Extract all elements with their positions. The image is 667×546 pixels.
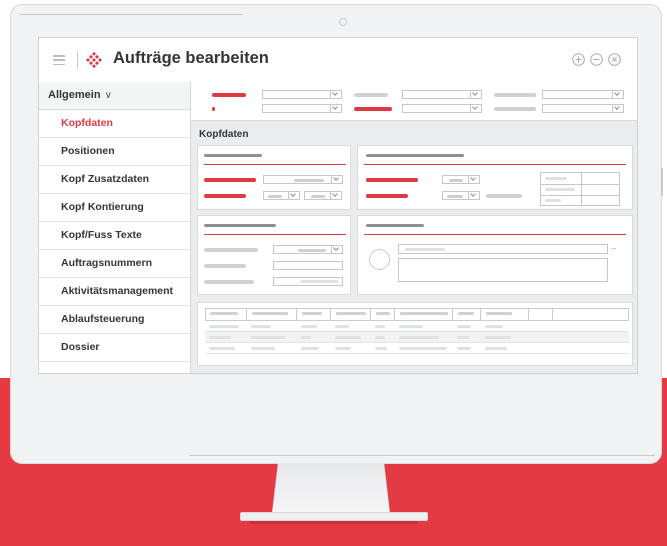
- filter-label: [494, 107, 536, 111]
- filter-bar: [191, 82, 637, 121]
- chevron-down-icon: ∨: [104, 90, 112, 101]
- table-header: [205, 308, 629, 321]
- form-card: [357, 145, 633, 210]
- monitor-stand: [272, 463, 390, 513]
- filter-label: [494, 93, 536, 97]
- text-field[interactable]: [273, 277, 343, 286]
- field-label: [204, 248, 258, 252]
- filter-select[interactable]: [262, 104, 342, 113]
- field-label: [366, 178, 418, 182]
- more-icon[interactable]: ...: [610, 242, 617, 251]
- camera-icon: [339, 18, 347, 26]
- form-select[interactable]: [263, 175, 343, 184]
- field-label: [204, 280, 254, 284]
- app-window: Aufträge bearbeiten Allgemein ∨ Kopfdaten…: [38, 37, 638, 374]
- avatar: [369, 249, 390, 270]
- sidebar-item-auftragsnummern[interactable]: Auftragsnummern: [39, 250, 190, 278]
- card-divider: [364, 164, 626, 165]
- data-table: [197, 302, 633, 366]
- form-select[interactable]: [273, 245, 343, 254]
- filter-select[interactable]: [402, 104, 482, 113]
- page-title: Aufträge bearbeiten: [113, 49, 269, 67]
- minimize-circle-icon[interactable]: [590, 53, 603, 66]
- form-card: [197, 145, 351, 210]
- comment-textarea[interactable]: [398, 258, 608, 282]
- sidebar-item-ablaufsteuerung[interactable]: Ablaufsteuerung: [39, 306, 190, 334]
- filter-label: [354, 107, 392, 111]
- card-divider: [204, 234, 346, 235]
- filter-label: [212, 107, 215, 111]
- add-circle-icon[interactable]: [572, 53, 585, 66]
- bezel-line: [19, 14, 243, 15]
- form-select[interactable]: [304, 191, 342, 200]
- close-circle-icon[interactable]: [608, 53, 621, 66]
- table-row[interactable]: [205, 343, 629, 354]
- card-divider: [364, 234, 626, 235]
- form-select[interactable]: [263, 191, 300, 200]
- sidebar-group-header[interactable]: Allgemein ∨: [39, 82, 190, 110]
- sidebar-item-positionen[interactable]: Positionen: [39, 138, 190, 166]
- info-grid: [540, 172, 620, 206]
- field-label: [204, 178, 256, 182]
- form-select[interactable]: [442, 191, 480, 200]
- filter-select[interactable]: [262, 90, 342, 99]
- filter-select[interactable]: [402, 90, 482, 99]
- bezel-line: [661, 168, 663, 196]
- form-card: [197, 215, 351, 295]
- title-bar: Aufträge bearbeiten: [39, 38, 637, 83]
- comment-input[interactable]: [398, 244, 608, 254]
- comment-card: ...: [357, 215, 633, 295]
- sidebar-item-kopf-fuss-texte[interactable]: Kopf/Fuss Texte: [39, 222, 190, 250]
- card-heading: [204, 154, 262, 157]
- sidebar-item-kopf-kontierung[interactable]: Kopf Kontierung: [39, 194, 190, 222]
- table-row[interactable]: [205, 321, 629, 332]
- card-divider: [204, 164, 346, 165]
- monitor-base: [240, 512, 428, 521]
- text-field[interactable]: [273, 261, 343, 270]
- filter-select[interactable]: [542, 104, 624, 113]
- sidebar-item-kopf-zusatzdaten[interactable]: Kopf Zusatzdaten: [39, 166, 190, 194]
- bezel-line: [189, 455, 655, 456]
- sidebar-item-kopfdaten[interactable]: Kopfdaten: [39, 110, 190, 138]
- menu-icon[interactable]: [53, 55, 65, 66]
- card-heading: [204, 224, 276, 227]
- field-label: [366, 194, 408, 198]
- sidebar-group-label: Allgemein: [48, 89, 101, 101]
- divider: [77, 51, 78, 69]
- sidebar-item-aktivitaetsmanagement[interactable]: Aktivitätsmanagement: [39, 278, 190, 306]
- diamond-logo-icon: [86, 51, 102, 69]
- card-heading: [366, 154, 464, 157]
- filter-label: [212, 93, 246, 97]
- form-select[interactable]: [442, 175, 480, 184]
- sidebar: Allgemein ∨ Kopfdaten Positionen Kopf Zus…: [39, 82, 191, 373]
- sidebar-item-dossier[interactable]: Dossier: [39, 334, 190, 362]
- main-content: Kopfdaten ...: [191, 82, 637, 373]
- filter-select[interactable]: [542, 90, 624, 99]
- filter-label: [354, 93, 388, 97]
- field-label: [204, 264, 246, 268]
- section-title: Kopfdaten: [199, 129, 249, 140]
- card-heading: [366, 224, 424, 227]
- table-row[interactable]: [205, 332, 629, 343]
- field-label: [204, 194, 246, 198]
- field-label: [486, 194, 522, 198]
- table: [205, 308, 629, 354]
